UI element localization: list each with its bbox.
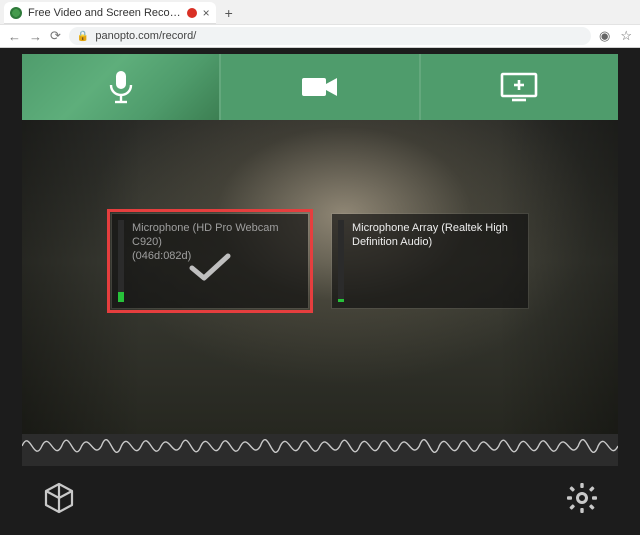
recorder-stage: Microphone (HD Pro Webcam C920) (046d:08… — [22, 54, 618, 530]
url-text: panopto.com/record/ — [95, 30, 196, 42]
check-icon — [112, 250, 308, 284]
camera-icon — [301, 75, 339, 99]
audio-device-selected[interactable]: Microphone (HD Pro Webcam C920) (046d:08… — [112, 214, 308, 308]
source-screen-button[interactable] — [419, 54, 618, 120]
favicon-icon — [10, 7, 22, 19]
nav-forward-icon[interactable]: → — [29, 29, 42, 44]
gear-icon — [566, 482, 598, 514]
audio-device-list: Microphone (HD Pro Webcam C920) (046d:08… — [22, 214, 618, 308]
audio-waveform — [22, 422, 618, 470]
address-bar: ← → ⟳ 🔒 panopto.com/record/ ◉ ☆ — [0, 24, 640, 47]
browser-chrome: Free Video and Screen Reco… × + ← → ⟳ 🔒 … — [0, 0, 640, 48]
source-toolbar — [22, 54, 618, 120]
device-name: Microphone Array (Realtek High Definitio… — [352, 222, 522, 250]
app-viewport: Microphone (HD Pro Webcam C920) (046d:08… — [0, 48, 640, 535]
panopto-logo-icon — [42, 481, 76, 515]
nav-reload-icon[interactable]: ⟳ — [50, 28, 61, 44]
source-audio-button[interactable] — [22, 54, 219, 120]
panopto-logo-button[interactable] — [42, 481, 76, 515]
microphone-icon — [107, 69, 135, 105]
lock-icon: 🔒 — [77, 31, 89, 42]
browser-tab[interactable]: Free Video and Screen Reco… × — [4, 2, 216, 24]
extension-icon[interactable]: ◉ — [599, 28, 610, 44]
device-name: Microphone (HD Pro Webcam C920) — [132, 222, 302, 250]
level-meter — [338, 220, 344, 302]
screen-add-icon — [500, 72, 538, 102]
url-field[interactable]: 🔒 panopto.com/record/ — [69, 27, 591, 45]
tab-strip: Free Video and Screen Reco… × + — [0, 0, 640, 24]
close-tab-icon[interactable]: × — [203, 6, 210, 20]
tab-title: Free Video and Screen Reco… — [28, 7, 181, 19]
bookmark-star-icon[interactable]: ☆ — [620, 28, 632, 44]
source-video-button[interactable] — [219, 54, 418, 120]
recording-indicator-icon — [187, 8, 197, 18]
new-tab-button[interactable]: + — [218, 2, 240, 24]
nav-back-icon[interactable]: ← — [8, 29, 21, 44]
bottom-bar — [22, 466, 618, 530]
settings-button[interactable] — [566, 482, 598, 514]
audio-device-option[interactable]: Microphone Array (Realtek High Definitio… — [332, 214, 528, 308]
